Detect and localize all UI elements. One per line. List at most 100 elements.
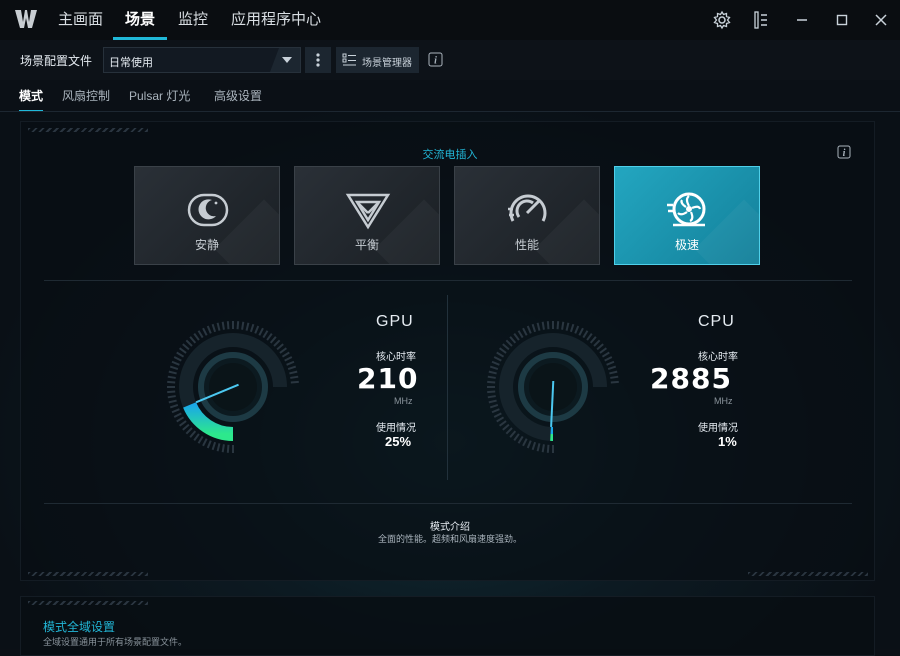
gauge-tick [282, 353, 289, 357]
gauge-tick [594, 340, 600, 346]
panel-decoration [28, 601, 148, 605]
gauge-tick [543, 444, 544, 452]
global-settings-title[interactable]: 模式全域设置 [43, 618, 115, 635]
gauge-tick [533, 442, 535, 450]
gauge-tick [287, 362, 294, 365]
gauge-tick [218, 443, 220, 451]
cpu-clock-label: 核心时率 [698, 348, 738, 363]
title-bar: 主画面 场景 监控 应用程序中心 [0, 0, 900, 40]
gauge-tick [490, 405, 498, 407]
maximize-button[interactable] [830, 8, 854, 32]
gpu-clock-value: 210 [357, 362, 418, 395]
gauge-tick [538, 443, 540, 451]
close-button[interactable] [869, 8, 893, 32]
gauge-tick [186, 428, 192, 434]
list-menu-icon [752, 10, 770, 30]
nav-tab-scenes[interactable]: 场景 [125, 0, 155, 40]
gauge-tick [291, 382, 299, 383]
panel-decoration [28, 572, 148, 576]
gauge-tick [285, 357, 292, 361]
minimize-icon [795, 13, 809, 27]
gauge-tick [528, 326, 531, 333]
section-divider [44, 280, 852, 281]
gauge-tick [488, 377, 496, 378]
mode-card-turbo[interactable]: 极速 [614, 166, 760, 265]
gauge-tick [519, 436, 523, 443]
cpu-usage-value: 1% [718, 434, 737, 449]
gauge-tick [523, 328, 527, 335]
gauge-tick [510, 431, 515, 437]
settings-gear-button[interactable] [710, 8, 734, 32]
gauge-tick [607, 362, 614, 365]
gauge-tick [548, 445, 549, 453]
predator-logo-icon [12, 6, 40, 34]
scene-manager-icon [342, 53, 357, 67]
gauge-tick [497, 417, 504, 421]
gauge-tick [242, 322, 243, 330]
subtab-pulsar-lighting[interactable]: Pulsar 灯光 [129, 87, 190, 104]
subtab-mode[interactable]: 模式 [19, 87, 43, 104]
minimize-button[interactable] [790, 8, 814, 32]
gauge-tick [571, 324, 573, 332]
gauge-tick [251, 324, 253, 332]
gauge-tick [199, 436, 203, 443]
gpu-clock-label: 核心时率 [376, 348, 416, 363]
gauge-tick [597, 344, 603, 349]
close-icon [874, 13, 888, 27]
gauge-tick [591, 337, 596, 343]
info-icon[interactable]: i [837, 145, 851, 159]
gauge-tick [602, 353, 609, 357]
gauge-tick [487, 382, 495, 383]
mode-label: 安静 [135, 236, 279, 253]
nav-tab-home[interactable]: 主画面 [58, 0, 103, 40]
gauge-tick [213, 324, 215, 332]
mode-card-balanced[interactable]: 平衡 [294, 166, 440, 265]
gauge-tick [608, 367, 616, 369]
gauge-tick [203, 328, 207, 335]
gauge-tick [213, 442, 215, 450]
gauge-tick [605, 357, 612, 361]
nav-tab-app-center[interactable]: 应用程序中心 [231, 0, 321, 40]
gauge-tick [280, 348, 286, 353]
gauge-tick [533, 324, 535, 332]
power-status-label: 交流电插入 [0, 146, 900, 162]
maximize-icon [835, 13, 849, 27]
mode-card-performance[interactable]: 性能 [454, 166, 600, 265]
cpu-usage-label: 使用情况 [698, 419, 738, 434]
gauge-tick [575, 326, 578, 333]
mode-card-quiet[interactable]: 安静 [134, 166, 280, 265]
profile-options-button[interactable] [305, 47, 331, 73]
gauge-tick [494, 413, 501, 417]
quiet-moon-icon [185, 187, 231, 233]
gauge-tick [288, 367, 296, 369]
gauge-tick [600, 348, 606, 353]
balanced-icon [345, 187, 391, 233]
gear-icon [712, 10, 732, 30]
subtab-fan-control[interactable]: 风扇控制 [62, 87, 110, 104]
info-icon[interactable]: i [428, 52, 443, 67]
gauge-tick [167, 382, 175, 383]
menu-list-button[interactable] [749, 8, 773, 32]
panel-decoration [28, 128, 148, 132]
gauge-tick [503, 425, 509, 430]
gauge-tick [506, 340, 512, 346]
gauge-tick [183, 344, 189, 349]
gauge-tick [167, 392, 175, 393]
panel-decoration [748, 572, 868, 576]
gauge-tick [579, 328, 583, 335]
gauge-tick [523, 439, 527, 446]
chevron-down-icon [282, 57, 292, 63]
gauge-tick [208, 441, 211, 448]
gauge-tick [180, 421, 186, 426]
subtab-advanced-settings[interactable]: 高级设置 [214, 87, 262, 104]
nav-tab-monitoring[interactable]: 监控 [178, 0, 208, 40]
scene-profile-dropdown[interactable]: 日常使用 [103, 47, 301, 73]
scene-manager-button[interactable]: 场景管理器 [336, 47, 419, 73]
gauge-tick [497, 353, 504, 357]
gauge-tick [558, 321, 559, 329]
mode-description-text: 全面的性能。超频和风扇速度强劲。 [0, 532, 900, 545]
gauge-tick [186, 340, 192, 346]
gauge-tick [503, 344, 509, 349]
performance-gauge-icon [505, 187, 551, 233]
gauge-tick [168, 377, 176, 378]
